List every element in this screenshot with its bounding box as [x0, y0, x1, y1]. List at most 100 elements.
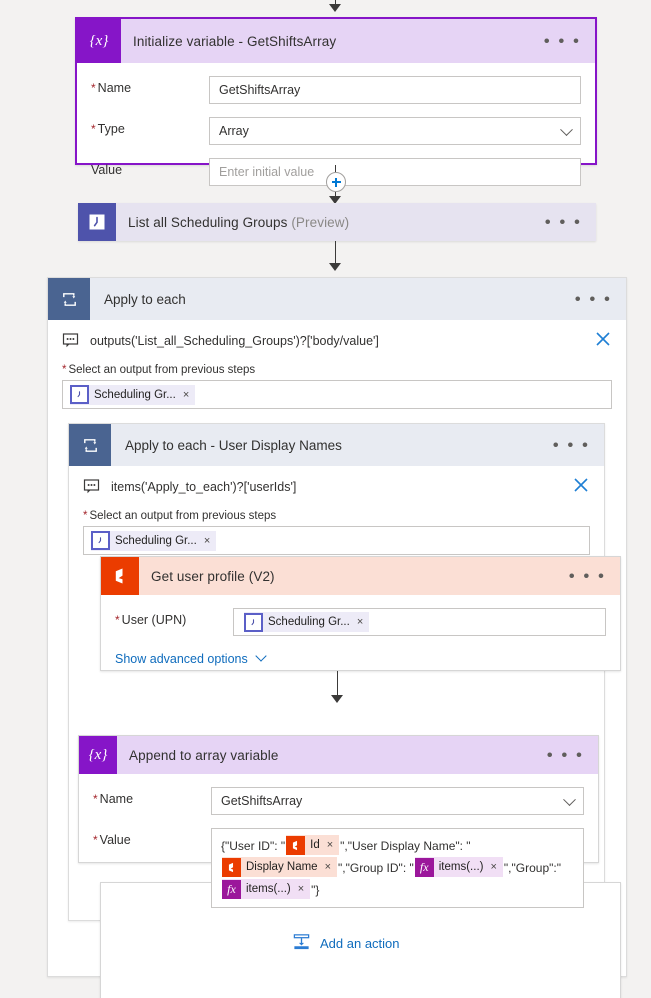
name-input[interactable]: GetShiftsArray: [209, 76, 581, 104]
value-text-segment: ","Group ID": ": [338, 861, 414, 875]
type-select[interactable]: Array: [209, 117, 581, 145]
card-menu-button[interactable]: • • •: [569, 568, 606, 585]
card-body: Name GetShiftsArray Value {"User ID": "I…: [79, 787, 598, 922]
close-x-icon[interactable]: [594, 330, 612, 348]
loop-menu-button[interactable]: • • •: [575, 291, 612, 308]
card-title: Initialize variable - GetShiftsArray: [133, 33, 337, 49]
token-chip[interactable]: Scheduling Gr... ×: [70, 384, 196, 405]
card-header[interactable]: List all Scheduling Groups (Preview) • •…: [78, 203, 596, 241]
card-menu-button[interactable]: • • •: [547, 747, 584, 764]
inner-loop-token-field[interactable]: Scheduling Gr... ×: [83, 526, 590, 555]
outer-loop-select-label: Select an output from previous steps: [48, 350, 626, 376]
token-chip[interactable]: fx items(...) ×: [222, 878, 311, 900]
field-label: Name: [93, 787, 211, 806]
loop-header[interactable]: Apply to each - User Display Names • • •: [69, 424, 604, 466]
loop-header[interactable]: Apply to each • • •: [48, 278, 626, 320]
token-remove-button[interactable]: ×: [355, 616, 369, 628]
add-an-action-button[interactable]: Add an action: [292, 932, 400, 954]
shifts-clock-icon: [70, 385, 89, 404]
top-connector: [0, 0, 651, 16]
token-chip[interactable]: Id ×: [286, 834, 340, 856]
value-text-segment: ","User Display Name": ": [340, 839, 471, 853]
chevron-down-icon: [563, 793, 576, 807]
arrow-down-icon: [329, 263, 341, 271]
token-chip[interactable]: Display Name ×: [222, 856, 338, 878]
apply-to-each-loop-icon: [69, 424, 111, 466]
field-row-name: Name GetShiftsArray: [93, 787, 584, 815]
card-title: Get user profile (V2): [151, 568, 275, 584]
variable-name-select[interactable]: GetShiftsArray: [211, 787, 584, 815]
field-label: Type: [91, 117, 209, 136]
get-user-profile-card[interactable]: Get user profile (V2) • • • User (UPN): [100, 556, 621, 671]
value-text-segment: {"User ID": ": [221, 839, 286, 853]
variable-braces-icon: {x}: [79, 736, 117, 774]
append-value-input[interactable]: {"User ID": " Id × ","User Display Name": "…: [211, 828, 584, 908]
token-label: items(...): [246, 883, 291, 895]
chevron-down-icon: [560, 123, 573, 137]
outer-loop-expression-row: outputs('List_all_Scheduling_Groups')?['…: [48, 320, 626, 350]
function-fx-icon: fx: [414, 857, 434, 877]
arrow-down-icon: [329, 4, 341, 12]
insert-step-button[interactable]: [326, 172, 346, 192]
card-header[interactable]: Get user profile (V2) • • •: [101, 557, 620, 595]
card-title-text: List all Scheduling Groups: [128, 214, 288, 230]
token-chip[interactable]: fx items(...) ×: [414, 856, 503, 878]
inner-loop-select-label: Select an output from previous steps: [69, 496, 604, 522]
token-label: Scheduling Gr...: [268, 616, 350, 628]
card-header[interactable]: {x} Initialize variable - GetShiftsArray…: [77, 19, 595, 63]
loop-menu-button[interactable]: • • •: [553, 437, 590, 454]
initialize-variable-card[interactable]: {x} Initialize variable - GetShiftsArray…: [75, 17, 597, 186]
outer-loop-token-field[interactable]: Scheduling Gr... ×: [62, 380, 612, 409]
variable-name-value: GetShiftsArray: [221, 794, 303, 808]
outer-loop-expression: outputs('List_all_Scheduling_Groups')?['…: [90, 334, 379, 348]
token-remove-button[interactable]: ×: [323, 856, 337, 878]
card-title: Append to array variable: [129, 747, 279, 763]
close-x-icon[interactable]: [572, 476, 590, 494]
shifts-clock-icon: [78, 203, 116, 241]
expression-comment-icon: [83, 478, 101, 496]
card-header[interactable]: {x} Append to array variable • • •: [79, 736, 598, 774]
field-label: User (UPN): [115, 608, 233, 627]
card-title: List all Scheduling Groups (Preview): [116, 215, 349, 230]
shifts-clock-icon: [91, 531, 110, 550]
add-action-icon: [292, 932, 311, 954]
show-advanced-options-link[interactable]: Show advanced options: [115, 650, 606, 666]
expression-comment-icon: [62, 332, 80, 350]
field-row-upn: User (UPN) Scheduling Gr... ×: [115, 608, 606, 636]
card-menu-button[interactable]: • • •: [545, 214, 582, 231]
card-menu-button[interactable]: • • •: [544, 33, 581, 50]
chevron-down-icon: [255, 650, 267, 662]
token-label: Scheduling Gr...: [94, 388, 176, 401]
office365-users-icon: [101, 557, 139, 595]
token-remove-button[interactable]: ×: [488, 856, 502, 878]
connector-list-to-loop: [0, 241, 651, 277]
inner-loop-expression: items('Apply_to_each')?['userIds']: [111, 480, 297, 494]
user-upn-input[interactable]: Scheduling Gr... ×: [233, 608, 606, 636]
value-text-segment: "}: [311, 883, 320, 897]
field-label: Value: [93, 828, 211, 847]
inner-loop-expression-row: items('Apply_to_each')?['userIds']: [69, 466, 604, 496]
token-remove-button[interactable]: ×: [325, 834, 339, 856]
shifts-clock-icon: [244, 612, 263, 632]
loop-title: Apply to each: [104, 291, 186, 307]
add-an-action-label: Add an action: [320, 935, 400, 951]
field-row-name: Name GetShiftsArray: [91, 76, 581, 104]
function-fx-icon: fx: [222, 879, 241, 899]
office365-users-icon: [222, 857, 241, 877]
append-to-array-variable-card[interactable]: {x} Append to array variable • • • Name …: [78, 735, 599, 908]
card-body: User (UPN) Scheduling Gr... ×: [101, 608, 620, 680]
office365-users-icon: [286, 835, 306, 855]
list-scheduling-groups-card[interactable]: List all Scheduling Groups (Preview) • •…: [78, 203, 596, 241]
token-remove-button[interactable]: ×: [202, 535, 216, 547]
token-remove-button[interactable]: ×: [181, 389, 195, 401]
token-label: Display Name: [246, 861, 318, 873]
token-chip[interactable]: Scheduling Gr... ×: [91, 530, 217, 551]
show-advanced-options-label: Show advanced options: [115, 652, 248, 666]
token-remove-button[interactable]: ×: [296, 878, 310, 900]
variable-braces-icon: {x}: [77, 19, 121, 63]
arrow-down-icon: [331, 695, 343, 703]
value-text-segment: ","Group":": [503, 861, 561, 875]
connector-init-to-list: [0, 165, 651, 205]
connector-profile-to-append: [69, 671, 606, 709]
token-chip[interactable]: Scheduling Gr... ×: [244, 612, 370, 632]
